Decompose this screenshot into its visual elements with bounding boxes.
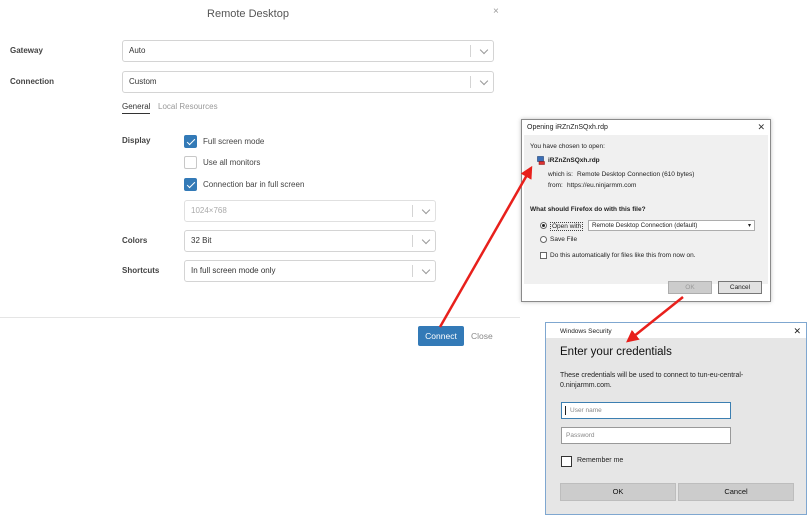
password-placeholder: Password: [566, 432, 595, 439]
close-icon[interactable]: ×: [493, 6, 499, 17]
chevron-down-icon: [479, 45, 489, 55]
chevron-down-icon: ▾: [747, 223, 751, 229]
ok-button[interactable]: OK: [668, 281, 712, 294]
colors-value: 32 Bit: [191, 236, 212, 245]
password-input[interactable]: Password: [561, 427, 731, 444]
from-value: https://eu.ninjarmm.com: [567, 182, 637, 189]
username-placeholder: User name: [570, 407, 602, 414]
colors-select[interactable]: 32 Bit: [184, 230, 436, 252]
auto-checkbox[interactable]: [540, 252, 547, 259]
chevron-down-icon: [421, 265, 431, 275]
full-screen-checkbox[interactable]: [184, 135, 197, 148]
save-file-label[interactable]: Save File: [550, 236, 577, 243]
connection-select[interactable]: Custom: [122, 71, 494, 93]
connection-bar-checkbox[interactable]: [184, 178, 197, 191]
username-input[interactable]: User name: [561, 402, 731, 419]
select-divider: [470, 76, 471, 88]
gateway-value: Auto: [129, 46, 146, 55]
connection-value: Custom: [129, 77, 157, 86]
open-with-radio[interactable]: [540, 222, 547, 229]
all-monitors-checkbox[interactable]: [184, 156, 197, 169]
resolution-value: 1024×768: [191, 206, 227, 215]
connect-button[interactable]: Connect: [418, 326, 464, 346]
select-divider: [412, 205, 413, 217]
gateway-select[interactable]: Auto: [122, 40, 494, 62]
panel-title: Remote Desktop: [207, 8, 289, 20]
which-is-value: Remote Desktop Connection (610 bytes): [577, 171, 695, 178]
connection-bar-label: Connection bar in full screen: [203, 180, 305, 189]
rdp-file-icon: [537, 156, 545, 165]
full-screen-label: Full screen mode: [203, 137, 265, 146]
close-icon[interactable]: ✕: [793, 326, 801, 337]
credentials-message: These credentials will be used to connec…: [560, 372, 744, 389]
open-with-label[interactable]: Open with: [550, 222, 584, 231]
open-with-app-select[interactable]: Remote Desktop Connection (default) ▾: [588, 220, 755, 231]
arrow-connect-to-firefox: [438, 165, 533, 328]
close-button[interactable]: Close: [471, 331, 493, 341]
from-label: from:: [548, 182, 563, 189]
chevron-down-icon: [479, 76, 489, 86]
shortcuts-value: In full screen mode only: [191, 266, 276, 275]
chevron-down-icon: [421, 235, 431, 245]
resolution-select: 1024×768: [184, 200, 436, 222]
tab-local-resources[interactable]: Local Resources: [158, 102, 218, 111]
select-divider: [470, 45, 471, 57]
remember-me-checkbox[interactable]: [561, 456, 572, 467]
file-name: iRZnZnSQxh.rdp: [548, 157, 600, 164]
shortcuts-select[interactable]: In full screen mode only: [184, 260, 436, 282]
cancel-button[interactable]: Cancel: [718, 281, 762, 294]
shortcuts-label: Shortcuts: [122, 266, 160, 275]
chosen-text: You have chosen to open:: [530, 143, 605, 150]
ok-button[interactable]: OK: [560, 483, 676, 501]
display-label: Display: [122, 136, 151, 145]
colors-label: Colors: [122, 236, 148, 245]
which-is-label: which is:: [548, 171, 573, 178]
remember-me-label: Remember me: [577, 457, 624, 464]
all-monitors-label: Use all monitors: [203, 158, 261, 167]
footer-divider: [0, 317, 520, 318]
dialog-body: You have chosen to open: iRZnZnSQxh.rdp …: [524, 135, 768, 284]
select-divider: [412, 265, 413, 277]
close-icon[interactable]: ✕: [757, 122, 765, 133]
firefox-open-file-dialog: Opening iRZnZnSQxh.rdp ✕ You have chosen…: [521, 119, 771, 302]
cancel-button[interactable]: Cancel: [678, 483, 794, 501]
chevron-down-icon: [421, 205, 431, 215]
save-file-radio[interactable]: [540, 236, 547, 243]
gateway-label: Gateway: [10, 46, 43, 55]
dialog-title: Opening iRZnZnSQxh.rdp: [527, 124, 608, 131]
question-text: What should Firefox do with this file?: [530, 206, 646, 213]
auto-label: Do this automatically for files like thi…: [550, 252, 696, 259]
connection-label: Connection: [10, 77, 54, 86]
credentials-heading: Enter your credentials: [560, 346, 672, 358]
tab-general[interactable]: General: [122, 102, 151, 114]
open-with-app-value: Remote Desktop Connection (default): [592, 222, 698, 229]
dialog-title: Windows Security: [560, 328, 612, 335]
select-divider: [412, 235, 413, 247]
windows-security-dialog: Windows Security ✕ Enter your credential…: [545, 322, 807, 515]
